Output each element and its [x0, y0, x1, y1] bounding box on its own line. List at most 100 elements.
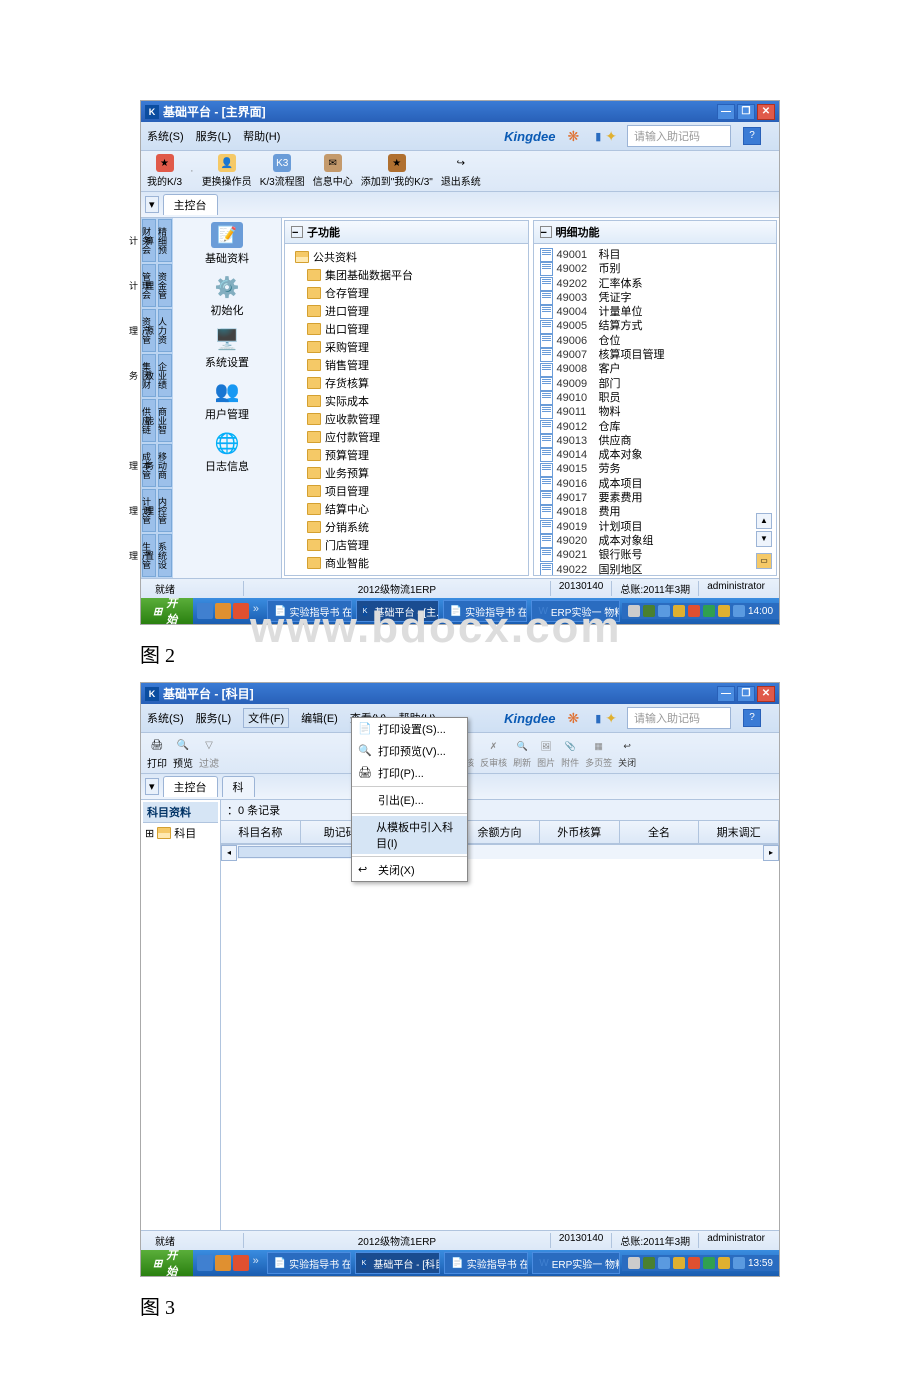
vtab[interactable]: 企业绩效 — [158, 354, 172, 397]
detail-item[interactable]: 49009部门 — [538, 377, 773, 391]
tab-main-console[interactable]: 主控台 — [163, 194, 218, 215]
detail-item[interactable]: 49020成本对象组 — [538, 534, 773, 548]
detail-item[interactable]: 49012仓库 — [538, 420, 773, 434]
vtab[interactable]: 人力资源 — [158, 309, 172, 352]
tree-root[interactable]: ⊞科目 — [145, 825, 216, 841]
scroll-down-button[interactable]: ▼ — [756, 531, 772, 547]
column-header[interactable]: 科目名称 — [221, 821, 301, 843]
mi-export[interactable]: 引出(E)... — [352, 789, 467, 811]
mi-close[interactable]: ↩关闭(X) — [352, 859, 467, 881]
tray-icon[interactable] — [688, 605, 700, 617]
taskbar-item[interactable]: 📄实验指导书 在 ... — [444, 1252, 528, 1274]
menu-service[interactable]: 服务(L) — [196, 128, 231, 144]
taskbar-item[interactable]: WERP实验一 物料... — [531, 600, 620, 622]
column-header[interactable]: 全名 — [620, 821, 700, 843]
tray-icon[interactable] — [643, 1257, 655, 1269]
tray-icon[interactable] — [658, 605, 670, 617]
tb-preview[interactable]: 🔍预览 — [173, 736, 193, 770]
nav-log[interactable]: 🌐日志信息 — [177, 430, 277, 474]
mi-print-setup[interactable]: 📄打印设置(S)... — [352, 718, 467, 740]
tray-icon[interactable] — [718, 605, 730, 617]
ql-ie-icon[interactable] — [197, 603, 213, 619]
tray-icon[interactable] — [673, 1257, 685, 1269]
folder-item[interactable]: 销售管理 — [289, 356, 524, 374]
ql-icon[interactable] — [233, 603, 249, 619]
detail-item[interactable]: 49022国别地区 — [538, 563, 773, 575]
vtab[interactable]: 系统设置 — [158, 534, 172, 577]
expand-icon[interactable]: ⊞ — [145, 827, 154, 840]
detail-item[interactable]: 49021银行账号 — [538, 548, 773, 562]
minimize-button[interactable]: — — [717, 686, 735, 702]
collapse-icon[interactable]: − — [540, 226, 552, 238]
restore-button[interactable]: ❐ — [737, 686, 755, 702]
scroll-right-button[interactable]: ▸ — [763, 845, 779, 861]
vtab[interactable]: 商业智能 — [158, 399, 172, 442]
taskbar-item[interactable]: K基础平台 - [科目] — [355, 1252, 441, 1274]
nav-sysconfig[interactable]: 🖥️系统设置 — [177, 326, 277, 370]
detail-item[interactable]: 49002币别 — [538, 262, 773, 276]
taskbar-item[interactable]: 📄实验指导书 在 ... — [267, 1252, 351, 1274]
tb-附件[interactable]: 📎附件 — [561, 737, 579, 769]
detail-item[interactable]: 49202汇率体系 — [538, 277, 773, 291]
tb-print[interactable]: 🖨打印 — [147, 736, 167, 770]
scroll-left-button[interactable]: ◂ — [221, 845, 237, 861]
tb-刷新[interactable]: 🔍刷新 — [513, 737, 531, 769]
detail-item[interactable]: 49013供应商 — [538, 434, 773, 448]
mi-print[interactable]: 🖨打印(P)... — [352, 762, 467, 784]
tray-icon[interactable] — [628, 605, 640, 617]
folder-item[interactable]: 进口管理 — [289, 302, 524, 320]
scroll-up-button[interactable]: ▲ — [756, 513, 772, 529]
nav-init[interactable]: ⚙️初始化 — [177, 274, 277, 318]
tb-exit[interactable]: ↪退出系统 — [441, 154, 481, 188]
detail-item[interactable]: 49016成本项目 — [538, 477, 773, 491]
folder-item[interactable]: 存货核算 — [289, 374, 524, 392]
tb-add-myk3[interactable]: ★添加到"我的K/3" — [361, 154, 433, 188]
menu-edit[interactable]: 编辑(E) — [301, 710, 338, 726]
tab-account[interactable]: 科 — [222, 776, 255, 797]
folder-item[interactable]: 预算管理 — [289, 446, 524, 464]
folder-item[interactable]: 应付款管理 — [289, 428, 524, 446]
folder-item[interactable]: 应收款管理 — [289, 410, 524, 428]
folder-item[interactable]: 仓存管理 — [289, 284, 524, 302]
minimize-button[interactable]: — — [717, 104, 735, 120]
folder-item[interactable]: 门店管理 — [289, 536, 524, 554]
tab-dropdown[interactable]: ▾ — [145, 196, 159, 213]
tb-关闭[interactable]: ↩关闭 — [618, 737, 636, 769]
tb-flowchart[interactable]: K3K/3流程图 — [260, 154, 305, 188]
restore-button[interactable]: ❐ — [737, 104, 755, 120]
detail-item[interactable]: 49011物料 — [538, 405, 773, 419]
vtab[interactable]: 移动商务 — [158, 444, 172, 487]
help-button[interactable]: ? — [743, 709, 761, 727]
ql-icon[interactable] — [233, 1255, 249, 1271]
horizontal-scrollbar[interactable]: ◂ ▸ — [221, 844, 779, 859]
detail-item[interactable]: 49001科目 — [538, 248, 773, 262]
tab-main-console[interactable]: 主控台 — [163, 776, 218, 797]
folder-item[interactable]: 业务预算 — [289, 464, 524, 482]
collapse-icon[interactable]: − — [291, 226, 303, 238]
menu-system[interactable]: 系统(S) — [147, 128, 184, 144]
vtab[interactable]: 精细预算 — [158, 219, 172, 262]
ql-icon[interactable] — [215, 603, 231, 619]
detail-item[interactable]: 49018费用 — [538, 505, 773, 519]
tb-myk3[interactable]: ★我的K/3 — [147, 154, 182, 188]
tb-图片[interactable]: 🖼图片 — [537, 737, 555, 769]
close-button[interactable]: ✕ — [757, 686, 775, 702]
menu-system[interactable]: 系统(S) — [147, 710, 184, 726]
start-button[interactable]: ⊞开始 — [141, 1250, 193, 1276]
tray-icon[interactable] — [703, 1257, 715, 1269]
tray-icon[interactable] — [628, 1257, 640, 1269]
detail-item[interactable]: 49019计划项目 — [538, 520, 773, 534]
nav-usermgr[interactable]: 👥用户管理 — [177, 378, 277, 422]
detail-item[interactable]: 49017要素费用 — [538, 491, 773, 505]
start-button[interactable]: ⊞开始 — [141, 598, 193, 624]
tb-反审核[interactable]: ✗反审核 — [480, 737, 507, 769]
tb-info-center[interactable]: ✉信息中心 — [313, 154, 353, 188]
tray-icon[interactable] — [658, 1257, 670, 1269]
detail-item[interactable]: 49006仓位 — [538, 334, 773, 348]
detail-item[interactable]: 49014成本对象 — [538, 448, 773, 462]
column-header[interactable]: 期末调汇 — [699, 821, 779, 843]
menu-file[interactable]: 文件(F) — [243, 708, 289, 728]
tray-icon[interactable] — [643, 605, 655, 617]
close-button[interactable]: ✕ — [757, 104, 775, 120]
detail-item[interactable]: 49007核算项目管理 — [538, 348, 773, 362]
